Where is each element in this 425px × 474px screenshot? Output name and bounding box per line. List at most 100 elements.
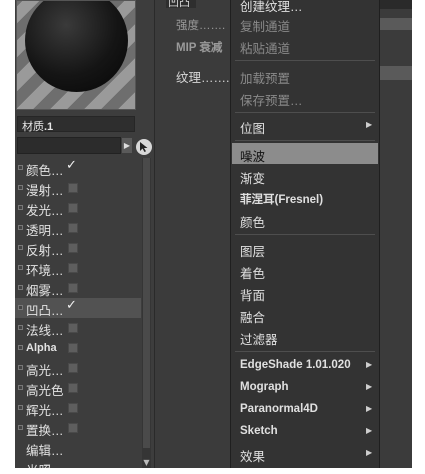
channel-dot — [18, 165, 23, 170]
menu-separator — [235, 351, 375, 352]
channel-row[interactable]: 颜色… ✓ — [15, 158, 141, 178]
channel-row[interactable]: 法线… — [15, 318, 141, 338]
channel-row[interactable]: 辉光… — [15, 398, 141, 418]
menu-item-fusion[interactable]: 融合 — [232, 304, 378, 325]
channel-scrollbar[interactable]: ▼ — [142, 158, 151, 470]
menu-item-backface[interactable]: 背面 — [232, 282, 378, 303]
channel-label: Alpha — [26, 342, 57, 354]
channel-row[interactable]: 透明… — [15, 218, 141, 238]
channel-row-selected[interactable]: 凹凸… ✓ — [15, 298, 141, 318]
channel-row[interactable]: 漫射… — [15, 178, 141, 198]
menu-separator — [235, 234, 375, 235]
channel-row[interactable]: 置换… — [15, 418, 141, 438]
image-margin-bottom — [0, 468, 425, 474]
channel-checkbox[interactable] — [68, 363, 78, 373]
menu-item-create-texture[interactable]: 创建纹理… — [232, 0, 378, 14]
menu-item-sketch[interactable]: Sketch ▶ — [232, 421, 378, 442]
menu-item-copy-channel[interactable]: 复制通道 — [232, 13, 378, 34]
channel-checkbox[interactable] — [68, 183, 78, 193]
channel-label: 高光… — [26, 364, 64, 378]
menu-separator — [235, 140, 375, 141]
menu-item-bitmap[interactable]: 位图 ▶ — [232, 115, 378, 136]
channel-checkbox[interactable] — [68, 403, 78, 413]
menu-item-shader[interactable]: 着色 — [232, 260, 378, 281]
right-panel-header — [380, 0, 412, 9]
menu-item-color[interactable]: 颜色 — [232, 209, 378, 230]
channel-list: 颜色… ✓ 漫射… 发光… 透明… 反射… 环境… 烟雾… 凹凸… ✓ 法线… Al… — [15, 158, 141, 474]
material-panel: 材质.1 ▶ 颜色… ✓ 漫射… 发光… 透明… 反射… 环境… 烟雾… 凹凸… ✓… — [15, 0, 155, 474]
channel-row[interactable]: 烟雾… — [15, 278, 141, 298]
channel-checkbox[interactable] — [68, 343, 78, 353]
channel-checkbox[interactable] — [68, 263, 78, 273]
menu-item-edgeshade[interactable]: EdgeShade 1.01.020 ▶ — [232, 355, 378, 376]
menu-item-gradient[interactable]: 渐变 — [232, 165, 378, 186]
channel-checkbox[interactable] — [68, 383, 78, 393]
channel-dot — [18, 185, 23, 190]
strength-slider[interactable] — [380, 18, 412, 30]
channel-filter-field[interactable] — [17, 137, 121, 154]
channel-checkbox[interactable] — [68, 223, 78, 233]
channel-checkbox[interactable] — [68, 283, 78, 293]
menu-item-label: EdgeShade 1.01.020 — [240, 359, 351, 371]
material-preview[interactable] — [16, 0, 136, 110]
menu-item-label: 复制通道 — [240, 20, 291, 34]
channel-row[interactable]: 发光… — [15, 198, 141, 218]
channel-checkbox[interactable]: ✓ — [66, 158, 78, 173]
menu-item-label: 菲涅耳(Fresnel) — [240, 194, 324, 206]
menu-item-label: 粘贴通道 — [240, 42, 291, 56]
menu-item-label: 融合 — [240, 311, 266, 325]
menu-item-paste-channel[interactable]: 粘贴通道 — [232, 35, 378, 56]
channel-checkbox[interactable] — [68, 323, 78, 333]
texture-slot[interactable] — [380, 66, 412, 80]
channel-label: 发光… — [26, 204, 64, 218]
channel-checkbox[interactable]: ✓ — [66, 298, 78, 313]
channel-label: 颜色… — [26, 164, 64, 178]
submenu-arrow-icon: ▶ — [366, 360, 373, 369]
channel-label: 环境… — [26, 264, 64, 278]
channel-row[interactable]: 环境… — [15, 258, 141, 278]
menu-item-effects[interactable]: 效果 ▶ — [232, 443, 378, 464]
menu-item-label: Paranormal4D — [240, 403, 318, 415]
menu-item-label: 图层 — [240, 245, 266, 259]
menu-item-filter[interactable]: 过滤器 — [232, 326, 378, 347]
channel-checkbox[interactable] — [68, 243, 78, 253]
menu-item-load-preset[interactable]: 加载预置 — [232, 65, 378, 86]
menu-item-label: 效果 — [240, 450, 266, 464]
menu-item-label: Sketch — [240, 425, 278, 437]
channel-label: 法线… — [26, 324, 64, 338]
menu-item-label: 渐变 — [240, 172, 266, 186]
menu-item-paranormal4d[interactable]: Paranormal4D ▶ — [232, 399, 378, 420]
image-margin-left — [0, 0, 15, 474]
submenu-arrow-icon: ▶ — [366, 404, 373, 413]
material-name-field[interactable]: 材质.1 — [17, 116, 135, 133]
scroll-down-arrow-icon[interactable]: ▼ — [142, 458, 151, 467]
menu-item-noise[interactable]: 噪波 — [232, 143, 378, 164]
pointer-picker-icon[interactable] — [136, 139, 152, 155]
channel-dot — [18, 245, 23, 250]
menu-item-label: 位图 — [240, 122, 266, 136]
channel-label: 辉光… — [26, 404, 64, 418]
channel-row[interactable]: 反射… — [15, 238, 141, 258]
menu-item-fresnel[interactable]: 菲涅耳(Fresnel) — [232, 187, 378, 208]
channel-row[interactable]: 高光色 — [15, 378, 141, 398]
channel-checkbox[interactable] — [68, 203, 78, 213]
material-name-prefix: 材质 — [22, 121, 44, 133]
menu-separator — [235, 112, 375, 113]
texture-label: 纹理……. — [176, 71, 230, 85]
channel-label: 高光色 — [26, 384, 64, 398]
channel-dot — [18, 345, 23, 350]
menu-item-mograph[interactable]: Mograph ▶ — [232, 377, 378, 398]
channel-row[interactable]: Alpha — [15, 338, 141, 358]
menu-item-label: Mograph — [240, 381, 289, 393]
channel-checkbox[interactable] — [68, 423, 78, 433]
menu-item-layer[interactable]: 图层 — [232, 238, 378, 259]
channel-row[interactable]: 高光… — [15, 358, 141, 378]
mip-falloff-label: MIP 衰减 — [176, 39, 222, 55]
menu-item-save-preset[interactable]: 保存预置… — [232, 87, 378, 108]
attribute-panel-title: 凹凸 — [166, 0, 196, 9]
checkmark-icon: ✓ — [66, 158, 77, 173]
texture-context-menu: 创建纹理… 复制通道 粘贴通道 加载预置 保存预置… 位图 ▶ 噪波 渐变 菲涅耳… — [230, 0, 380, 474]
dropdown-arrow-icon[interactable]: ▶ — [122, 138, 132, 153]
editor-row[interactable]: 编辑… — [15, 438, 141, 458]
scrollbar-thumb[interactable] — [143, 158, 150, 448]
